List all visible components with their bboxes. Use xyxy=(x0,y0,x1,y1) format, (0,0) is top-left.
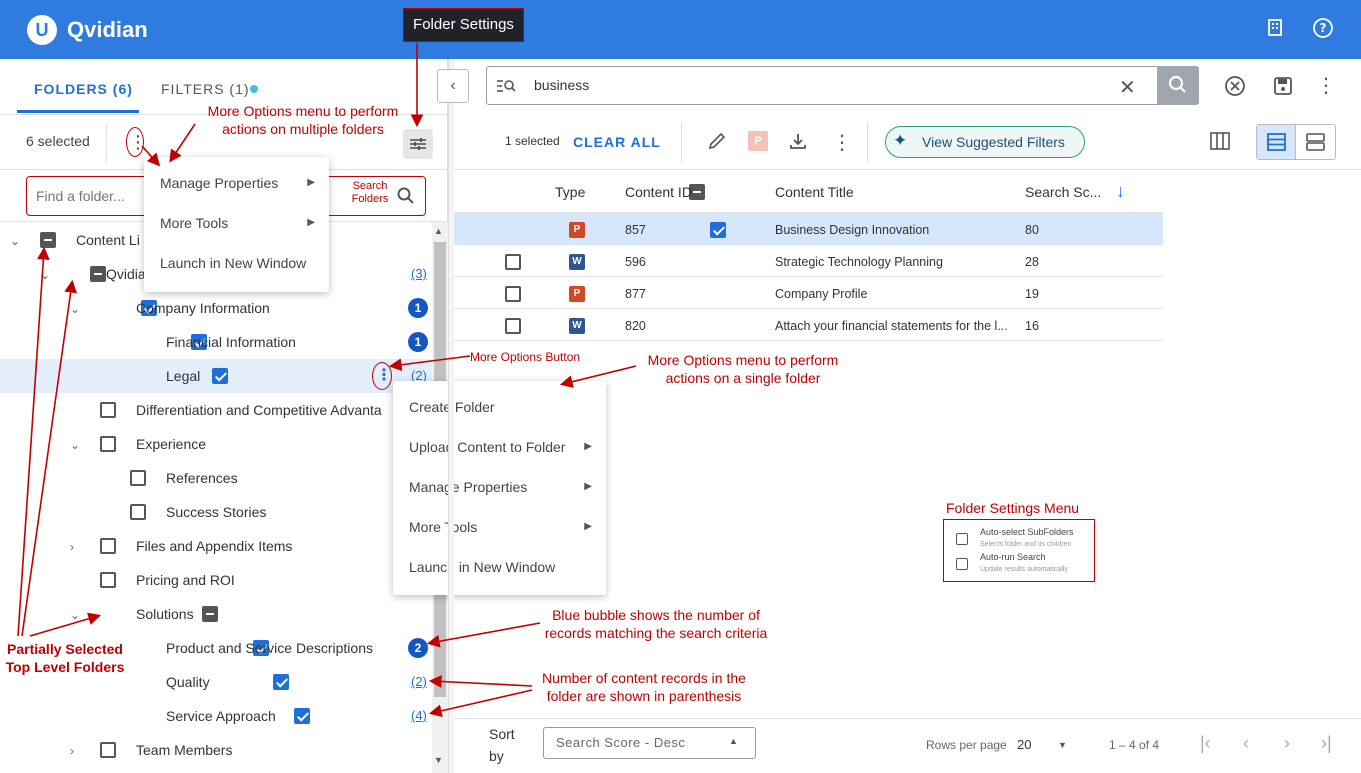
arrow xyxy=(428,689,533,718)
arrow xyxy=(559,365,637,388)
arrow xyxy=(141,145,161,167)
arrow xyxy=(428,675,533,688)
arrow xyxy=(426,622,541,648)
annotation-arrows xyxy=(17,43,637,718)
arrow xyxy=(29,612,102,637)
arrow xyxy=(388,355,471,372)
arrow xyxy=(169,123,196,163)
